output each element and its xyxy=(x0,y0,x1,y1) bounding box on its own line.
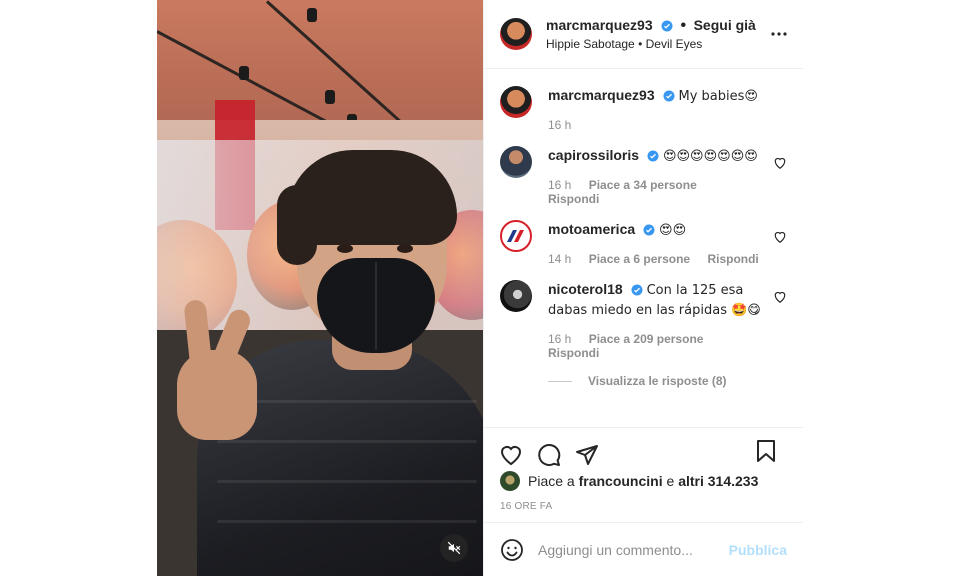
likes-middle: e xyxy=(666,473,675,489)
liker-username[interactable]: francouncini xyxy=(579,473,663,489)
comment-username[interactable]: nicoterol18 xyxy=(548,281,623,297)
comment-username[interactable]: motoamerica xyxy=(548,221,635,237)
caption-body: marcmarquez93 My babies😍 16 h xyxy=(548,86,776,132)
author-username[interactable]: marcmarquez93 xyxy=(546,17,653,33)
heart-icon[interactable] xyxy=(773,230,787,244)
mute-toggle-button[interactable] xyxy=(440,534,468,562)
publish-button[interactable]: Pubblica xyxy=(729,542,787,558)
post-actions xyxy=(484,427,803,471)
caption-time[interactable]: 16 h xyxy=(548,118,571,132)
comment-likes[interactable]: Piace a 34 persone xyxy=(589,178,697,192)
comment: nicoterol18 Con la 125 esa dabas miedo e… xyxy=(500,280,787,360)
spotlight xyxy=(325,90,335,104)
mask-seam xyxy=(375,262,377,350)
more-horizontal-icon xyxy=(771,32,787,36)
following-button[interactable]: Segui già xyxy=(694,17,756,33)
avatar[interactable] xyxy=(500,220,532,252)
comment-text: 😍😍 xyxy=(659,223,687,238)
eye xyxy=(397,244,413,253)
post-timestamp[interactable]: 16 ORE FA xyxy=(500,501,552,512)
comment-time[interactable]: 16 h xyxy=(548,178,571,192)
comment-time[interactable]: 16 h xyxy=(548,332,571,346)
peace-sign-hand xyxy=(177,350,257,440)
comment-username[interactable]: capirossiloris xyxy=(548,147,639,163)
separator-dot: • xyxy=(680,16,687,34)
caption-text: My babies😍 xyxy=(678,89,758,104)
comment-text: 😍😍😍😍😍😍😍 xyxy=(662,149,758,164)
replies-divider xyxy=(548,380,572,382)
muted-speaker-icon xyxy=(447,541,461,555)
save-button[interactable] xyxy=(753,438,779,464)
smiley-icon[interactable] xyxy=(500,538,524,562)
comment-meta: 16 h Piace a 34 persone Rispondi xyxy=(548,178,776,206)
bookmark-icon xyxy=(757,440,775,462)
verified-badge-icon xyxy=(643,224,655,236)
avatar[interactable] xyxy=(500,18,532,50)
comment: capirossiloris 😍😍😍😍😍😍😍 16 h Piace a 34 p… xyxy=(500,146,787,206)
avatar[interactable] xyxy=(500,146,532,178)
comment-likes[interactable]: Piace a 6 persone xyxy=(589,252,690,266)
avatar[interactable] xyxy=(500,280,532,312)
likes-summary: Piace a francouncini e altri 314.233 xyxy=(500,471,758,491)
caption-meta: 16 h xyxy=(548,118,776,132)
view-replies-button[interactable]: Visualizza le risposte (8) xyxy=(548,374,787,388)
heart-icon[interactable] xyxy=(773,290,787,304)
jacket-quilt-line xyxy=(217,520,477,523)
liker-avatar[interactable] xyxy=(500,471,520,491)
comment-meta: 16 h Piace a 209 persone Rispondi xyxy=(548,332,776,360)
reply-button[interactable]: Rispondi xyxy=(707,252,758,266)
comment-icon xyxy=(538,443,561,466)
comment-meta: 14 h Piace a 6 persone Rispondi xyxy=(548,252,776,266)
heart-icon[interactable] xyxy=(773,156,787,170)
comment-likes[interactable]: Piace a 209 persone xyxy=(589,332,704,346)
motoamerica-logo-icon xyxy=(507,230,524,242)
comment-body: motoamerica 😍😍 14 h Piace a 6 persone Ri… xyxy=(548,220,776,266)
verified-badge-icon xyxy=(663,90,675,102)
paper-plane-icon xyxy=(576,444,598,465)
view-replies-label: Visualizza le risposte (8) xyxy=(588,374,727,388)
add-comment-bar: Pubblica xyxy=(484,522,803,576)
eye xyxy=(337,244,353,253)
comment: motoamerica 😍😍 14 h Piace a 6 persone Ri… xyxy=(500,220,787,266)
jacket-quilt-line xyxy=(217,480,477,483)
more-options-button[interactable] xyxy=(769,24,789,44)
post-header: marcmarquez93 • Segui già Hippie Sabotag… xyxy=(484,0,803,69)
spotlight xyxy=(307,8,317,22)
likes-prefix: Piace a xyxy=(528,473,575,489)
avatar[interactable] xyxy=(500,86,532,118)
verified-badge-icon xyxy=(661,20,673,31)
hair xyxy=(277,185,317,265)
comment-body: nicoterol18 Con la 125 esa dabas miedo e… xyxy=(548,280,776,360)
spotlight xyxy=(239,66,249,80)
comment-body: capirossiloris 😍😍😍😍😍😍😍 16 h Piace a 34 p… xyxy=(548,146,776,206)
audio-track-link[interactable]: Hippie Sabotage • Devil Eyes xyxy=(546,35,756,53)
comment-button[interactable] xyxy=(536,442,562,468)
eyebrow xyxy=(389,228,423,234)
instagram-post: marcmarquez93 • Segui già Hippie Sabotag… xyxy=(157,0,803,576)
post-side-panel: marcmarquez93 • Segui già Hippie Sabotag… xyxy=(483,0,803,576)
caption: marcmarquez93 My babies😍 16 h xyxy=(500,86,787,132)
share-button[interactable] xyxy=(574,442,600,468)
likes-count-link[interactable]: altri 314.233 xyxy=(678,473,758,489)
caption-author[interactable]: marcmarquez93 xyxy=(548,87,655,103)
jacket-quilt-line xyxy=(217,440,477,443)
comment-input[interactable] xyxy=(538,541,718,558)
post-video[interactable] xyxy=(157,0,483,576)
verified-badge-icon xyxy=(631,284,643,296)
header-text: marcmarquez93 • Segui già Hippie Sabotag… xyxy=(546,16,756,53)
comment-time[interactable]: 14 h xyxy=(548,252,571,266)
verified-badge-icon xyxy=(647,150,659,162)
reply-button[interactable]: Rispondi xyxy=(548,192,599,206)
reply-button[interactable]: Rispondi xyxy=(548,346,599,360)
heart-icon xyxy=(500,445,522,465)
comments-list: marcmarquez93 My babies😍 16 h capirossil… xyxy=(484,70,803,426)
eyebrow xyxy=(329,228,363,234)
like-button[interactable] xyxy=(498,442,524,468)
